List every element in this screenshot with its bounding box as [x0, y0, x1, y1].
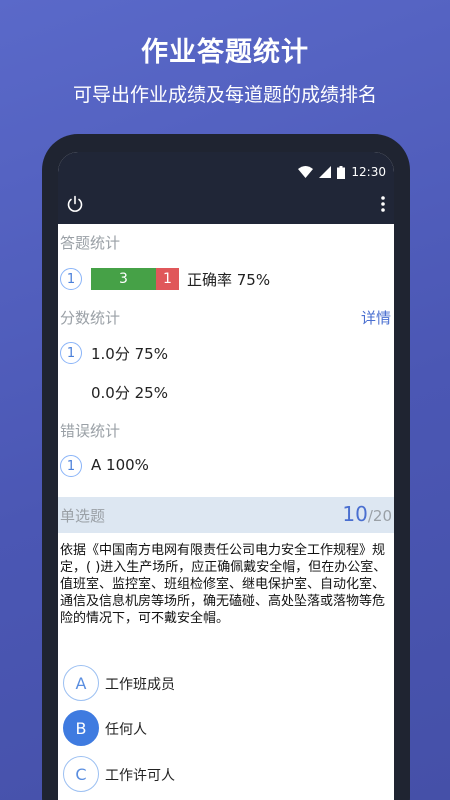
question-counter: 10/20 [342, 502, 392, 526]
option-b-text[interactable]: 任何人 [105, 719, 147, 739]
error-stats-index: 1 [60, 455, 82, 477]
correct-count-bar: 3 [91, 268, 156, 290]
wifi-icon [298, 166, 314, 178]
error-row: A 100% [91, 456, 149, 474]
error-stats-label: 错误统计 [60, 422, 121, 440]
score-row: 1.0分 75% [91, 345, 168, 363]
phone-screen: 12:30 答题统计 1 3 1 正确率 75% 分数统计 详情 1 1.0分 … [58, 152, 394, 800]
score-stats-index: 1 [60, 342, 82, 364]
hero-subtitle: 可导出作业成绩及每道题的成绩排名 [72, 84, 377, 106]
signal-icon [319, 166, 332, 178]
answer-stats-index: 1 [60, 268, 82, 290]
score-row: 0.0分 25% [91, 384, 168, 402]
question-stem: 依据《中国南方电网有限责任公司电力安全工作规程》规定，( )进入生产场所，应正确… [60, 543, 387, 626]
option-c-button[interactable]: C [63, 756, 99, 792]
hero-title: 作业答题统计 [141, 37, 309, 68]
question-type: 单选题 [60, 507, 106, 525]
more-vert-icon[interactable] [380, 195, 386, 213]
battery-icon [337, 165, 346, 179]
status-time: 12:30 [351, 165, 386, 179]
option-c-text[interactable]: 工作许可人 [105, 765, 175, 785]
wrong-count-bar: 1 [156, 268, 179, 290]
option-b-button[interactable]: B [63, 710, 99, 746]
details-link[interactable]: 详情 [361, 307, 391, 328]
accuracy-text: 正确率 75% [187, 271, 271, 289]
score-stats-label: 分数统计 [60, 309, 121, 327]
question-header: 单选题 10/20 [58, 497, 394, 533]
option-a-text[interactable]: 工作班成员 [105, 674, 175, 694]
status-bar: 12:30 [298, 164, 386, 180]
option-a-button[interactable]: A [63, 665, 99, 701]
answer-stats-label: 答题统计 [60, 234, 121, 252]
question-total: /20 [367, 507, 392, 525]
power-icon[interactable] [66, 195, 84, 213]
app-bar: 12:30 [58, 152, 394, 224]
question-current: 10 [342, 502, 368, 526]
